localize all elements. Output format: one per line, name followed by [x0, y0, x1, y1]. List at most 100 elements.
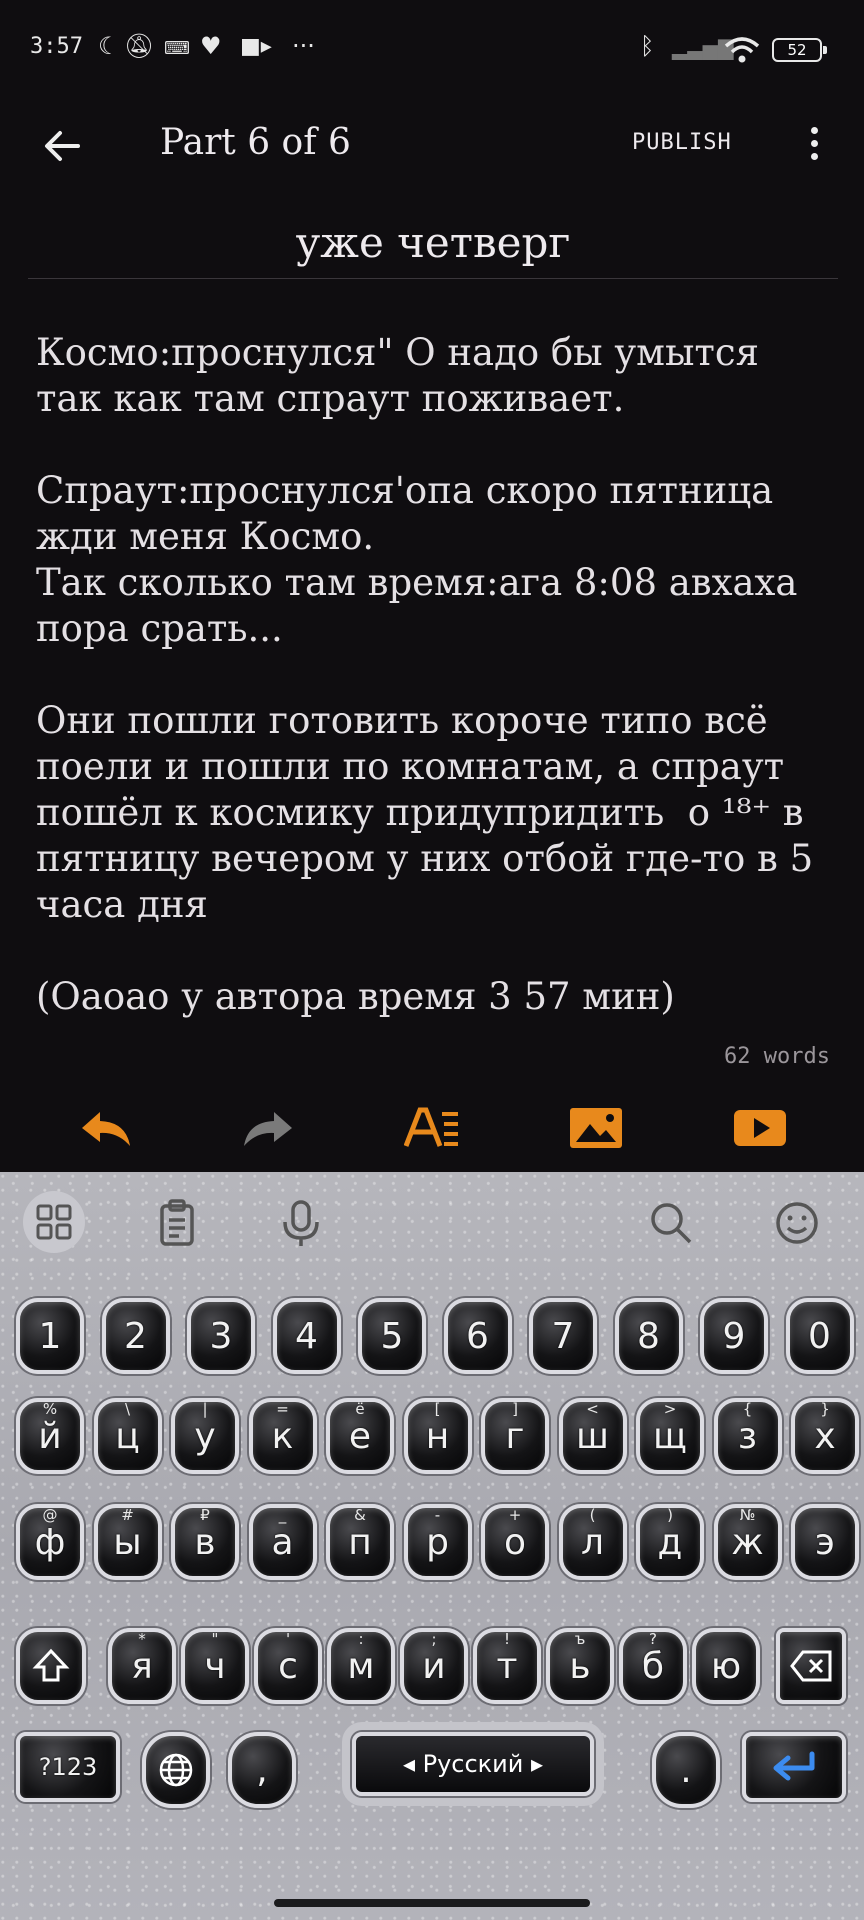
key-label: ь [569, 1645, 591, 1687]
chapter-title[interactable]: уже четверг [28, 218, 838, 267]
key-label: у [194, 1415, 216, 1457]
key-secondary-label: { [742, 1400, 753, 1418]
enter-key[interactable] [742, 1732, 846, 1802]
key-7[interactable]: 7 [529, 1298, 597, 1374]
key-secondary-label: ( [589, 1506, 596, 1524]
redo-icon[interactable] [240, 1104, 296, 1152]
key-г[interactable]: ] г [481, 1398, 549, 1474]
key-secondary-label: # [121, 1506, 134, 1524]
apps-grid-icon[interactable] [22, 1190, 86, 1254]
period-key[interactable]: . [652, 1732, 720, 1808]
key-о[interactable]: + о [481, 1504, 549, 1580]
shift-key[interactable] [16, 1628, 86, 1704]
symbols-key[interactable]: ?123 [16, 1732, 120, 1802]
emoji-icon[interactable] [768, 1194, 826, 1252]
key-label: щ [653, 1415, 687, 1457]
key-0[interactable]: 0 [785, 1298, 854, 1374]
publish-button[interactable]: PUBLISH [632, 130, 732, 155]
key-н[interactable]: [н [403, 1398, 472, 1474]
key-6[interactable]: 6 [443, 1298, 512, 1374]
key-5[interactable]: 5 [358, 1298, 426, 1374]
moon-icon: ☾ [98, 32, 120, 60]
key-secondary-label: _ [278, 1506, 287, 1524]
key-9[interactable]: 9 [700, 1298, 768, 1374]
key-а[interactable]: _ а [248, 1504, 317, 1580]
image-icon[interactable] [568, 1104, 624, 1152]
story-editor[interactable]: Космо:проснулся" О надо бы умытся так ка… [36, 330, 836, 1020]
key-label: д [657, 1521, 683, 1563]
key-л[interactable]: (л [558, 1504, 627, 1580]
key-я[interactable]: * я [108, 1628, 176, 1704]
key-ш[interactable]: < ш [558, 1398, 627, 1474]
key-ж[interactable]: № ж [713, 1504, 782, 1580]
key-label: 8 [637, 1315, 660, 1357]
gesture-bar[interactable] [274, 1899, 590, 1907]
key-д[interactable]: ) д [636, 1504, 704, 1580]
key-з[interactable]: {з [713, 1398, 782, 1474]
key-label: й [38, 1415, 62, 1457]
space-bar[interactable]: ◂ Русский ▸ [352, 1732, 594, 1796]
key-ю[interactable]: ю [692, 1628, 760, 1704]
key-label: б [641, 1645, 665, 1687]
key-с[interactable]: ' с [254, 1628, 322, 1704]
key-label: т [496, 1645, 518, 1687]
globe-icon [159, 1753, 193, 1787]
key-secondary-label: % [42, 1400, 58, 1418]
text-format-icon[interactable] [404, 1104, 460, 1152]
key-т[interactable]: ! т [473, 1628, 541, 1704]
key-secondary-label: * [138, 1630, 146, 1648]
key-ы[interactable]: # ы [93, 1504, 162, 1580]
key-й[interactable]: % й [16, 1398, 84, 1474]
search-icon[interactable] [642, 1194, 700, 1252]
clipboard-icon[interactable] [148, 1194, 206, 1252]
key-secondary-label: @ [42, 1506, 58, 1524]
undo-icon[interactable] [78, 1104, 134, 1152]
enter-icon [773, 1751, 815, 1781]
key-и[interactable]: ; и [400, 1628, 468, 1704]
key-х[interactable]: } х [791, 1398, 859, 1474]
status-time: 3:57 [30, 34, 83, 59]
key-secondary-label: & [354, 1506, 366, 1524]
key-к[interactable]: = к [248, 1398, 317, 1474]
key-е[interactable]: ёе [326, 1398, 394, 1474]
back-arrow-icon[interactable] [38, 122, 86, 170]
word-count: 62 words [724, 1044, 830, 1069]
key-у[interactable]: | у [171, 1398, 239, 1474]
microphone-icon[interactable] [272, 1194, 330, 1252]
comma-key[interactable]: , [228, 1732, 296, 1808]
key-8[interactable]: 8 [614, 1298, 683, 1374]
key-2[interactable]: 2 [101, 1298, 170, 1374]
key-ц[interactable]: \ ц [93, 1398, 162, 1474]
video-icon[interactable] [732, 1104, 788, 1152]
key-secondary-label: ' [285, 1630, 291, 1648]
key-label: х [814, 1415, 836, 1457]
key-secondary-label: ? [649, 1630, 657, 1648]
backspace-key[interactable] [776, 1628, 846, 1704]
language-key[interactable] [142, 1732, 210, 1808]
overflow-menu-icon[interactable] [802, 122, 826, 170]
key-label: ч [204, 1645, 226, 1687]
key-р[interactable]: -р [403, 1504, 472, 1580]
key-э[interactable]: э [791, 1504, 859, 1580]
key-label: 1 [38, 1315, 62, 1357]
key-м[interactable]: :м [327, 1628, 395, 1704]
key-в[interactable]: ₽ в [171, 1504, 239, 1580]
key-label: ц [115, 1415, 140, 1457]
key-п[interactable]: & п [326, 1504, 394, 1580]
key-label: ф [34, 1521, 66, 1563]
key-label: а [271, 1521, 294, 1563]
status-bar: 3:57 ☾ 🔕︎ ⌨ ♥ ■▸ ··· ᛒ ▂▃▅▇ 52 [0, 0, 864, 100]
key-label: п [348, 1521, 372, 1563]
app-bar: Part 6 of 6 PUBLISH [0, 100, 864, 190]
key-4[interactable]: 4 [272, 1298, 341, 1374]
key-ь[interactable]: ъь [546, 1628, 614, 1704]
key-3[interactable]: 3 [187, 1298, 255, 1374]
key-ч[interactable]: " ч [181, 1628, 249, 1704]
key-label: 0 [808, 1315, 831, 1357]
key-б[interactable]: ? б [619, 1628, 687, 1704]
key-ф[interactable]: @ ф [16, 1504, 84, 1580]
key-label: 5 [380, 1315, 404, 1357]
key-1[interactable]: 1 [16, 1298, 84, 1374]
key-щ[interactable]: > щ [636, 1398, 704, 1474]
key-secondary-label: - [434, 1506, 441, 1524]
